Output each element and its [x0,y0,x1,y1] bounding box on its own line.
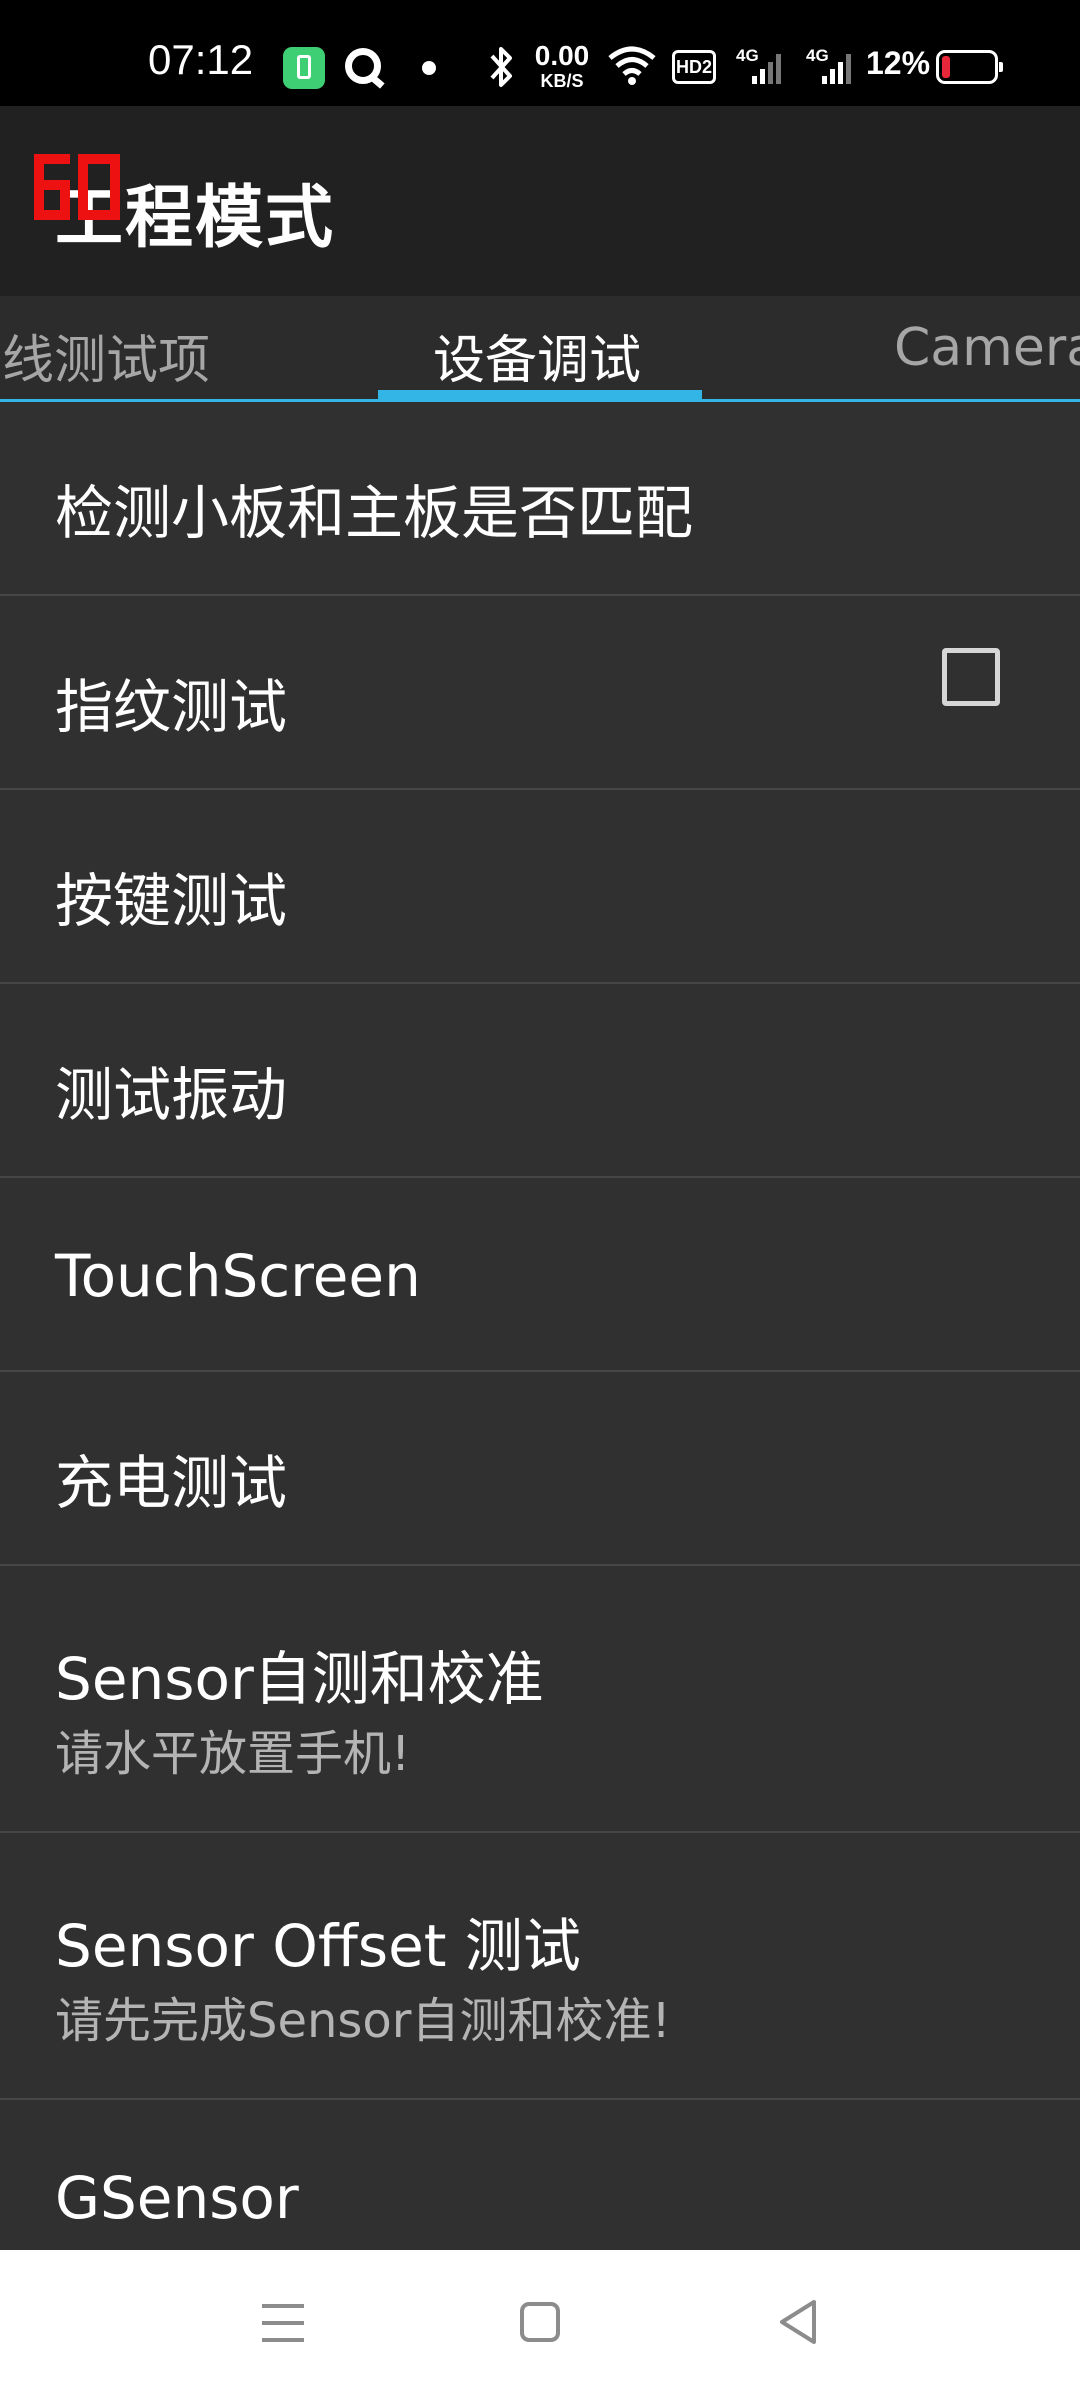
signal-2-icon: 4G [806,46,856,86]
home-icon[interactable] [520,2302,560,2342]
status-time: 07:12 [148,36,254,83]
list-item[interactable]: 按键测试 [0,790,1080,984]
list-item-title: 测试振动 [55,1061,288,1129]
bluetooth-icon [490,47,512,87]
battery-app-icon [283,47,325,89]
list-item-title: 检测小板和主板是否匹配 [55,479,694,547]
wifi-icon [608,46,656,85]
status-bar: 07:12 0.00 KB/S HD2 4G 4G 12% [0,0,1080,106]
battery-icon [936,50,1003,84]
list-item[interactable]: 测试振动 [0,984,1080,1178]
vibration-checkbox[interactable] [942,648,1000,706]
settings-list: 检测小板和主板是否匹配 指纹测试 按键测试 测试振动 TouchScreen 充… [0,402,1080,2294]
signal-bars-icon [822,54,851,84]
list-item-title: GSensor [55,2164,299,2232]
network-speed-value: 0.00 [534,40,590,71]
active-tab-indicator [378,390,702,399]
list-item-subtitle: 请水平放置手机! [55,1726,411,1782]
list-item-title: 充电测试 [55,1449,288,1517]
tab-camera[interactable]: Camera [894,318,1080,378]
signal-1-icon: 4G [736,46,786,86]
list-item[interactable]: TouchScreen [0,1178,1080,1372]
red-gear-logo-icon [34,154,120,220]
network-speed: 0.00 KB/S [532,40,592,91]
notification-dot-icon [422,61,436,75]
list-item-title: TouchScreen [55,1242,421,1310]
list-item[interactable]: 检测小板和主板是否匹配 [0,402,1080,596]
signal-bars-icon [752,54,781,84]
menu-icon[interactable] [262,2300,304,2346]
network-speed-unit: KB/S [540,71,584,91]
hd-voice-icon: HD2 [672,50,716,84]
list-item[interactable]: Sensor自测和校准 请水平放置手机! [0,1566,1080,1833]
list-item[interactable]: Sensor Offset 测试 请先完成Sensor自测和校准! [0,1833,1080,2100]
tab-bar: 线测试项 设备调试 Camera [0,296,1080,402]
list-item-title: Sensor Offset 测试 [55,1912,581,1980]
back-icon[interactable] [776,2298,820,2346]
battery-percent: 12% [866,45,931,81]
q-app-icon [345,48,381,84]
list-item[interactable]: 充电测试 [0,1372,1080,1566]
list-item[interactable]: 指纹测试 [0,596,1080,790]
tab-device-debug[interactable]: 设备调试 [433,318,641,393]
navigation-bar [0,2250,1080,2400]
list-item-title: Sensor自测和校准 [55,1645,544,1713]
list-item-subtitle: 请先完成Sensor自测和校准! [55,1993,671,2049]
list-item-title: 指纹测试 [55,673,288,741]
list-item-title: 按键测试 [55,867,288,935]
tab-line-test[interactable]: 线测试项 [2,318,210,393]
